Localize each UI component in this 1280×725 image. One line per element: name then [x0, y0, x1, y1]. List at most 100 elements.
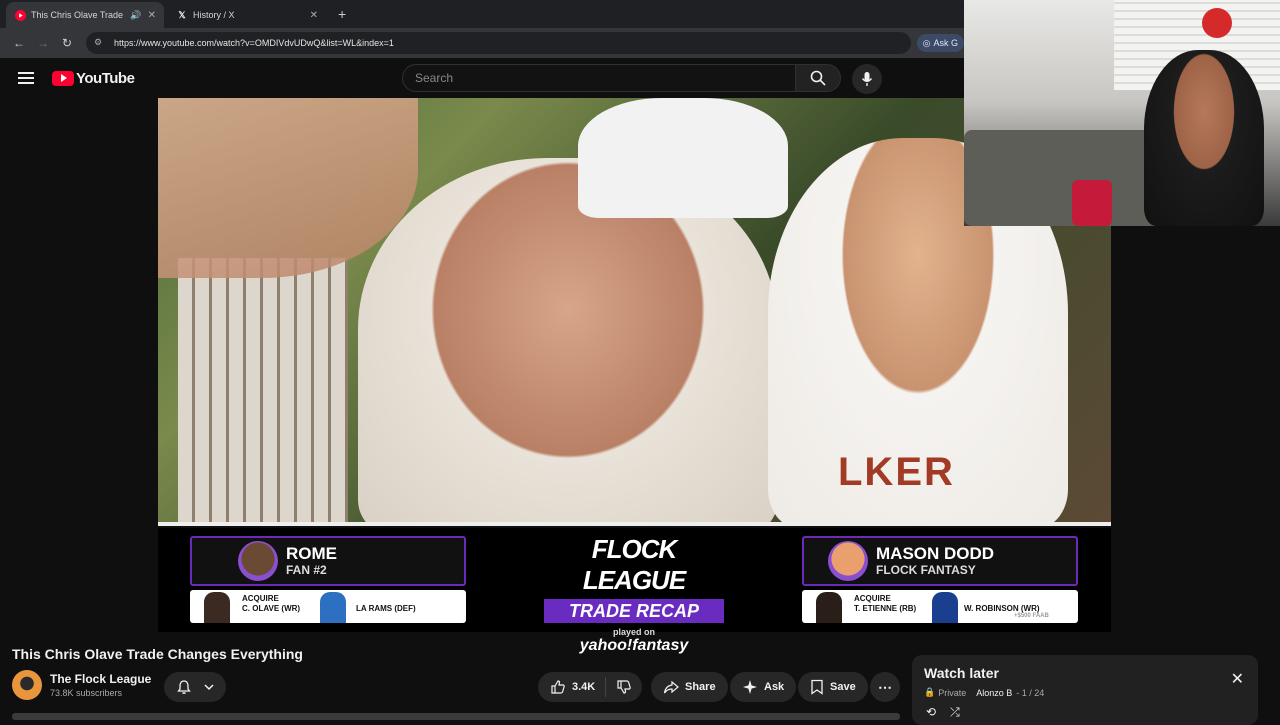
red-hat	[1202, 8, 1232, 38]
webcam-overlay	[964, 0, 1280, 226]
video-title: This Chris Olave Trade Changes Everythin…	[12, 646, 303, 662]
save-button[interactable]: Save	[798, 672, 868, 702]
left-acquire-box: ACQUIRE C. OLAVE (WR) LA RAMS (DEF)	[190, 590, 466, 623]
thumbs-up-icon	[551, 680, 565, 694]
left-team-name: ROME	[286, 544, 337, 563]
playlist-owner[interactable]: Alonzo B	[976, 688, 1012, 698]
streamer	[1144, 50, 1264, 226]
tab-x-history[interactable]: 𝕏 History / X ✕	[168, 2, 326, 28]
youtube-header: YouTube Search	[0, 58, 964, 98]
close-icon[interactable]: ✕	[1231, 669, 1244, 689]
player-photo	[816, 592, 842, 623]
speaker-icon[interactable]: 🔊	[130, 10, 141, 21]
search-button[interactable]	[795, 64, 841, 92]
playlist-panel: Watch later 🔒 Private Alonzo B - 1 / 24 …	[912, 655, 1258, 725]
center-title-block: FLOCK LEAGUE TRADE RECAP played on yahoo…	[540, 534, 728, 655]
ask-button[interactable]: Ask	[730, 672, 797, 702]
horizontal-scrollbar[interactable]	[12, 713, 900, 720]
couch	[964, 130, 1164, 226]
like-dislike-group: 3.4K	[538, 672, 642, 702]
channel-info: The Flock League 73.8K subscribers	[12, 670, 151, 700]
faab-note: +$500 FAAB	[1014, 613, 1049, 619]
thumbs-down-icon	[617, 680, 631, 694]
reload-icon[interactable]: ↻	[56, 32, 78, 54]
channel-name[interactable]: The Flock League	[50, 672, 151, 686]
browser-tab-bar: This Chris Olave Trade Char 🔊 ✕ 𝕏 Histor…	[0, 0, 964, 28]
background-person	[178, 258, 348, 526]
right-team-name: MASON DODD	[876, 544, 995, 563]
channel-avatar[interactable]	[12, 670, 42, 700]
site-info-icon[interactable]: ⚙	[94, 37, 106, 49]
acquire-label: ACQUIRE	[242, 594, 279, 603]
acquired-player-1: T. ETIENNE (RB)	[854, 604, 917, 613]
tab-title: This Chris Olave Trade Char	[31, 10, 126, 20]
like-button[interactable]: 3.4K	[538, 677, 606, 697]
microphone-icon	[861, 72, 873, 86]
recap-banner: TRADE RECAP	[544, 599, 724, 623]
search-icon	[810, 70, 826, 86]
playlist-privacy: Private	[938, 687, 967, 698]
chevron-down-icon	[203, 684, 214, 691]
youtube-play-icon	[52, 70, 74, 86]
subscriber-count: 73.8K subscribers	[50, 688, 123, 698]
acquire-label: ACQUIRE	[854, 594, 891, 603]
player-photo	[320, 592, 346, 623]
playlist-title[interactable]: Watch later	[924, 665, 1246, 681]
subscription-button[interactable]	[164, 672, 226, 702]
tab-title: History / X	[193, 10, 235, 20]
save-label: Save	[830, 681, 856, 693]
ask-label: Ask	[764, 681, 785, 693]
playlist-position: - 1 / 24	[1016, 687, 1045, 698]
mason-avatar	[828, 541, 868, 581]
share-label: Share	[685, 681, 716, 693]
menu-icon[interactable]	[18, 72, 34, 84]
close-tab-icon[interactable]: ✕	[310, 10, 318, 21]
address-bar[interactable]: ⚙ https://www.youtube.com/watch?v=OMDIVd…	[86, 32, 911, 54]
ask-google-label: Ask G	[933, 38, 958, 48]
youtube-favicon-icon	[14, 9, 26, 21]
right-acquire-box: ACQUIRE T. ETIENNE (RB) W. ROBINSON (WR)…	[802, 590, 1078, 623]
tab-youtube[interactable]: This Chris Olave Trade Char 🔊 ✕	[6, 2, 164, 28]
player-photo	[932, 592, 958, 623]
search-placeholder: Search	[415, 71, 454, 85]
jersey-text: LKER	[838, 450, 955, 494]
browser-nav-bar: ← → ↻ ⚙ https://www.youtube.com/watch?v=…	[0, 28, 964, 58]
lock-icon: 🔒	[924, 687, 936, 697]
url-text: https://www.youtube.com/watch?v=OMDIVdvU…	[114, 38, 394, 48]
like-count: 3.4K	[572, 681, 596, 693]
trade-recap-graphic: ROME FAN #2 ACQUIRE C. OLAVE (WR) LA RAM…	[158, 528, 1111, 654]
voice-search-button[interactable]	[852, 64, 882, 94]
bookmark-icon	[811, 679, 823, 695]
left-team-card: ROME FAN #2	[190, 536, 466, 586]
share-button[interactable]: Share	[651, 672, 728, 702]
red-cup	[1072, 180, 1112, 226]
loop-icon[interactable]: ⟲	[926, 705, 936, 720]
league-title: FLOCK LEAGUE	[582, 534, 686, 595]
youtube-wordmark: YouTube	[76, 69, 135, 87]
dislike-button[interactable]	[606, 679, 642, 695]
more-horizontal-icon: ⋯	[878, 678, 892, 695]
more-actions-button[interactable]: ⋯	[870, 672, 900, 702]
x-favicon-icon: 𝕏	[178, 9, 186, 20]
close-tab-icon[interactable]: ✕	[148, 10, 156, 21]
shuffle-icon[interactable]: ⤮	[950, 705, 960, 720]
back-arrow-icon[interactable]: ←	[8, 32, 30, 54]
sparkle-icon	[743, 680, 757, 694]
search-input[interactable]: Search	[402, 64, 796, 92]
right-team-sub: FLOCK FANTASY	[876, 563, 976, 577]
sponsor-logo: yahoo!fantasy	[579, 637, 689, 654]
youtube-logo[interactable]: YouTube	[52, 69, 135, 87]
rome-avatar	[238, 541, 278, 581]
new-tab-icon[interactable]: +	[338, 6, 346, 22]
acquired-player-2: LA RAMS (DEF)	[356, 604, 416, 613]
player-photo	[204, 592, 230, 623]
right-team-card: MASON DODD FLOCK FANTASY	[802, 536, 1078, 586]
video-divider	[158, 522, 1111, 526]
forward-arrow-icon[interactable]: →	[32, 32, 54, 54]
ask-google-button[interactable]: ◎ Ask G	[916, 34, 964, 52]
left-team-sub: FAN #2	[286, 563, 327, 577]
acquired-player-1: C. OLAVE (WR)	[242, 604, 301, 613]
bell-icon	[176, 680, 191, 694]
white-cap	[578, 98, 788, 218]
lens-icon: ◎	[922, 37, 931, 48]
